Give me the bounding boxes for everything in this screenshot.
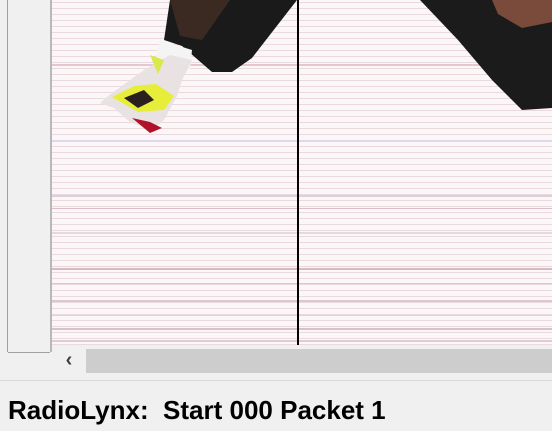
scroll-left-icon[interactable]: ‹ (56, 347, 82, 373)
horizontal-scrollbar[interactable]: ‹ (52, 345, 552, 375)
status-text: RadioLynx: Start 000 Packet 1 (8, 395, 386, 425)
status-bar: RadioLynx: Start 000 Packet 1 (0, 380, 552, 431)
scroll-thumb[interactable] (86, 349, 552, 373)
left-panel (0, 0, 52, 353)
finish-line (297, 0, 299, 345)
finish-line-image[interactable] (52, 0, 552, 345)
finish-image-canvas (52, 0, 552, 345)
lynx-window: ‹ RadioLynx: Start 000 Packet 1 (0, 0, 552, 431)
